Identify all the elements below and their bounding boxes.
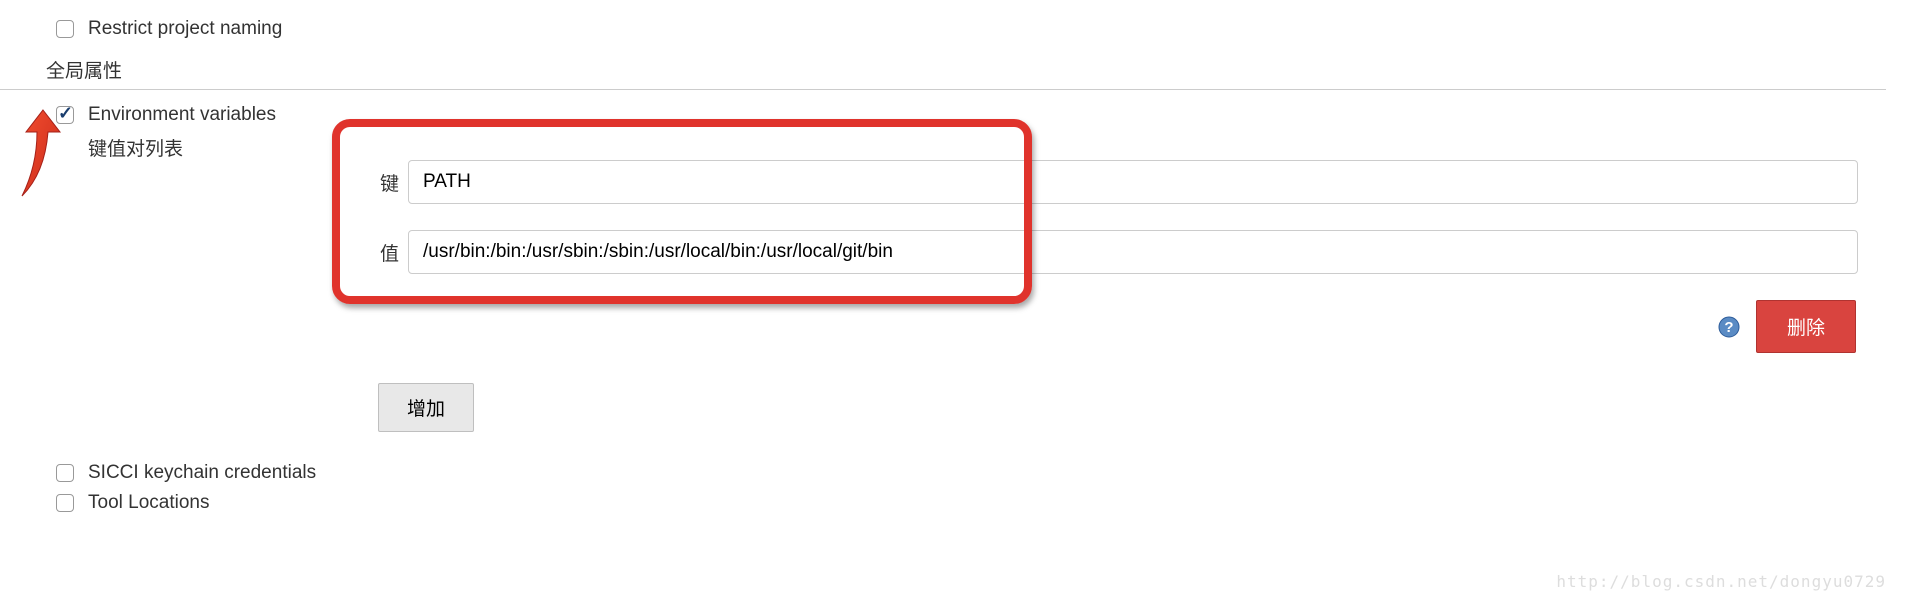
sicci-label: SICCI keychain credentials [88,462,316,484]
svg-text:?: ? [1724,319,1733,336]
sicci-checkbox[interactable] [56,464,74,482]
value-label: 值 [336,239,408,266]
restrict-naming-checkbox[interactable] [56,20,74,38]
tool-locations-checkbox[interactable] [56,494,74,512]
help-icon[interactable]: ? [1718,316,1740,338]
watermark-text: http://blog.csdn.net/dongyu0729 [1556,572,1886,591]
sicci-option[interactable]: SICCI keychain credentials [56,462,316,484]
tool-locations-label: Tool Locations [88,492,209,514]
global-properties-header: 全局属性 [0,48,1886,90]
restrict-naming-label: Restrict project naming [88,18,282,40]
delete-button[interactable]: 删除 [1756,300,1856,353]
key-label: 键 [336,169,408,196]
kv-list-label: 键值对列表 [56,134,336,161]
add-button[interactable]: 增加 [378,383,474,432]
env-variables-checkbox[interactable] [56,106,74,124]
env-variables-option[interactable]: Environment variables [56,104,276,126]
value-input[interactable] [408,230,1858,274]
env-variables-label: Environment variables [88,104,276,126]
restrict-naming-option[interactable]: Restrict project naming [56,18,282,40]
arrow-annotation-icon [10,108,62,200]
key-input[interactable] [408,160,1858,204]
tool-locations-option[interactable]: Tool Locations [56,492,209,514]
